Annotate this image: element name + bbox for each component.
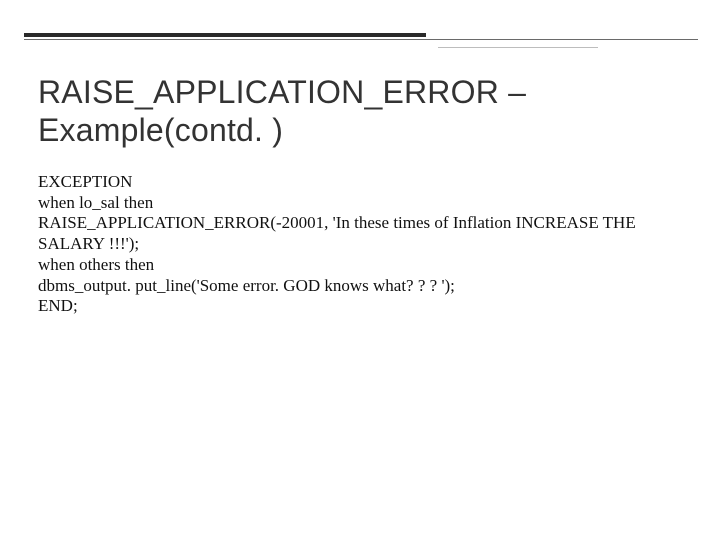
- slide-title: RAISE_APPLICATION_ERROR – Example(contd.…: [38, 74, 678, 150]
- code-line: when others then: [38, 255, 686, 276]
- slide: RAISE_APPLICATION_ERROR – Example(contd.…: [0, 0, 720, 540]
- code-line: dbms_output. put_line('Some error. GOD k…: [38, 276, 686, 297]
- header-rule-tail: [438, 47, 598, 48]
- slide-body: EXCEPTION when lo_sal then RAISE_APPLICA…: [38, 172, 686, 317]
- code-line: EXCEPTION: [38, 172, 686, 193]
- code-line: when lo_sal then: [38, 193, 686, 214]
- header-rule-thick: [24, 33, 426, 37]
- code-line: RAISE_APPLICATION_ERROR(-20001, 'In thes…: [38, 213, 686, 254]
- header-rule-thin: [24, 39, 698, 40]
- code-line: END;: [38, 296, 686, 317]
